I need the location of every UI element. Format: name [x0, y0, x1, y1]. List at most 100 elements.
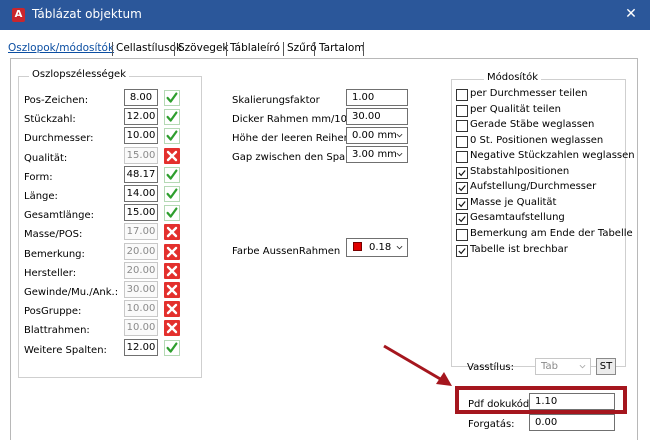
close-icon[interactable]: [164, 301, 180, 317]
tab-content[interactable]: Tartalom: [319, 40, 365, 58]
modifiers-title: Módosítók: [484, 72, 542, 83]
tab-columns-modifiers[interactable]: Oszlopok/módosítók: [8, 40, 114, 58]
frame-input[interactable]: 30.00: [346, 108, 408, 125]
checkbox[interactable]: [456, 151, 468, 163]
st-button[interactable]: ST: [596, 358, 616, 375]
column-width-label: Gesamtlänge:: [24, 210, 95, 221]
column-width-input[interactable]: 15.00: [124, 147, 158, 164]
checkbox-checked[interactable]: [456, 213, 468, 225]
color-swatch: [353, 242, 362, 251]
gap-select[interactable]: 3.00 mm: [346, 146, 408, 163]
tab-divider: [314, 42, 315, 56]
column-width-input[interactable]: 10.00: [124, 300, 158, 317]
tab-cell-styles[interactable]: Cellastílusok: [116, 40, 182, 58]
scale-input[interactable]: 1.00: [346, 89, 408, 106]
gap-label: Gap zwischen den Spalten: [232, 152, 365, 163]
title-bar: A Táblázat objektum ✕: [0, 0, 650, 30]
check-icon[interactable]: [164, 340, 180, 356]
outer-frame-label: Farbe AussenRahmen: [232, 246, 341, 257]
window-title: Táblázat objektum: [32, 7, 142, 21]
row-height-select[interactable]: 0.00 mm: [346, 127, 408, 144]
checkbox[interactable]: [456, 105, 468, 117]
modifier-label: Gerade Stäbe weglassen: [470, 119, 595, 130]
close-icon[interactable]: ✕: [622, 5, 640, 23]
linestyle-value: Tab: [541, 361, 558, 372]
chevron-down-icon: [396, 133, 403, 138]
checkbox[interactable]: [456, 89, 468, 101]
checkbox-checked[interactable]: [456, 198, 468, 210]
tab-divider: [283, 42, 284, 56]
column-width-label: Blattrahmen:: [24, 325, 90, 336]
modifier-label: Stabstahlpositionen: [470, 166, 570, 177]
column-width-label: Hersteller:: [24, 268, 77, 279]
close-icon[interactable]: [164, 263, 180, 279]
check-icon[interactable]: [164, 186, 180, 202]
row-height-label: Höhe der leeren Reihen: [232, 133, 350, 144]
checkbox-checked[interactable]: [456, 182, 468, 194]
column-width-label: Gewinde/Mu./Ank.:: [24, 287, 119, 298]
linestyle-select[interactable]: Tab: [535, 358, 591, 375]
modifier-label: Bemerkung am Ende der Tabelle: [470, 228, 633, 239]
modifier-label: Gesamtaufstellung: [470, 212, 565, 223]
tab-texts[interactable]: Szövegek: [178, 40, 228, 58]
column-width-label: Pos-Zeichen:: [24, 95, 89, 106]
column-width-input[interactable]: 15.00: [124, 204, 158, 221]
column-width-input[interactable]: 20.00: [124, 262, 158, 279]
checkbox[interactable]: [456, 136, 468, 148]
check-icon[interactable]: [164, 128, 180, 144]
chevron-down-icon: [396, 152, 403, 157]
rotation-input[interactable]: 0.00: [529, 414, 615, 431]
column-width-label: Länge:: [24, 191, 58, 202]
modifier-label: 0 St. Positionen weglassen: [470, 135, 604, 146]
column-width-input[interactable]: 12.00: [124, 339, 158, 356]
highlight-box: [455, 386, 627, 414]
column-width-label: PosGruppe:: [24, 306, 82, 317]
frame-label: Dicker Rahmen mm/100: [232, 114, 354, 125]
column-width-label: Form:: [24, 172, 53, 183]
arrow-icon: [383, 344, 452, 386]
modifier-label: per Qualität teilen: [470, 104, 561, 115]
column-width-input[interactable]: 48.17: [124, 166, 158, 183]
checkbox[interactable]: [456, 120, 468, 132]
tab-table-descriptor[interactable]: Táblaleíró: [230, 40, 280, 58]
column-width-input[interactable]: 8.00: [124, 89, 158, 106]
column-width-input[interactable]: 20.00: [124, 243, 158, 260]
rotation-label: Forgatás:: [468, 419, 515, 430]
check-icon[interactable]: [164, 109, 180, 125]
close-icon[interactable]: [164, 282, 180, 298]
column-width-label: Bemerkung:: [24, 249, 85, 260]
column-width-input[interactable]: 10.00: [124, 127, 158, 144]
checkbox-checked[interactable]: [456, 167, 468, 179]
outer-frame-select[interactable]: 0.18: [346, 238, 408, 257]
chevron-down-icon: [396, 245, 403, 250]
column-width-input[interactable]: 17.00: [124, 223, 158, 240]
check-icon[interactable]: [164, 205, 180, 221]
modifier-label: per Durchmesser teilen: [470, 88, 588, 99]
check-icon[interactable]: [164, 90, 180, 106]
modifier-label: Tabelle ist brechbar: [470, 244, 568, 255]
column-width-input[interactable]: 14.00: [124, 185, 158, 202]
column-width-input[interactable]: 12.00: [124, 108, 158, 125]
column-width-label: Stückzahl:: [24, 114, 76, 125]
close-icon[interactable]: [164, 320, 180, 336]
close-icon[interactable]: [164, 148, 180, 164]
check-icon[interactable]: [164, 167, 180, 183]
modifier-label: Negative Stückzahlen weglassen: [470, 150, 635, 161]
column-widths-title: Oszlopszélességek: [29, 69, 129, 80]
scale-label: Skalierungsfaktor: [232, 95, 320, 106]
tab-filter[interactable]: Szűrő: [287, 40, 317, 58]
row-height-value: 0.00 mm: [352, 130, 397, 141]
modifier-label: Aufstellung/Durchmesser: [470, 181, 597, 192]
close-icon[interactable]: [164, 224, 180, 240]
checkbox[interactable]: [456, 229, 468, 241]
column-width-label: Weitere Spalten:: [24, 345, 107, 356]
column-width-input[interactable]: 10.00: [124, 319, 158, 336]
linestyle-label: Vasstílus:: [467, 362, 515, 373]
tab-divider: [174, 42, 175, 56]
autocad-icon: A: [12, 8, 25, 22]
close-icon[interactable]: [164, 244, 180, 260]
chevron-down-icon: [579, 364, 586, 369]
column-width-input[interactable]: 30.00: [124, 281, 158, 298]
checkbox-checked[interactable]: [456, 245, 468, 257]
column-width-label: Masse/POS:: [24, 229, 83, 240]
